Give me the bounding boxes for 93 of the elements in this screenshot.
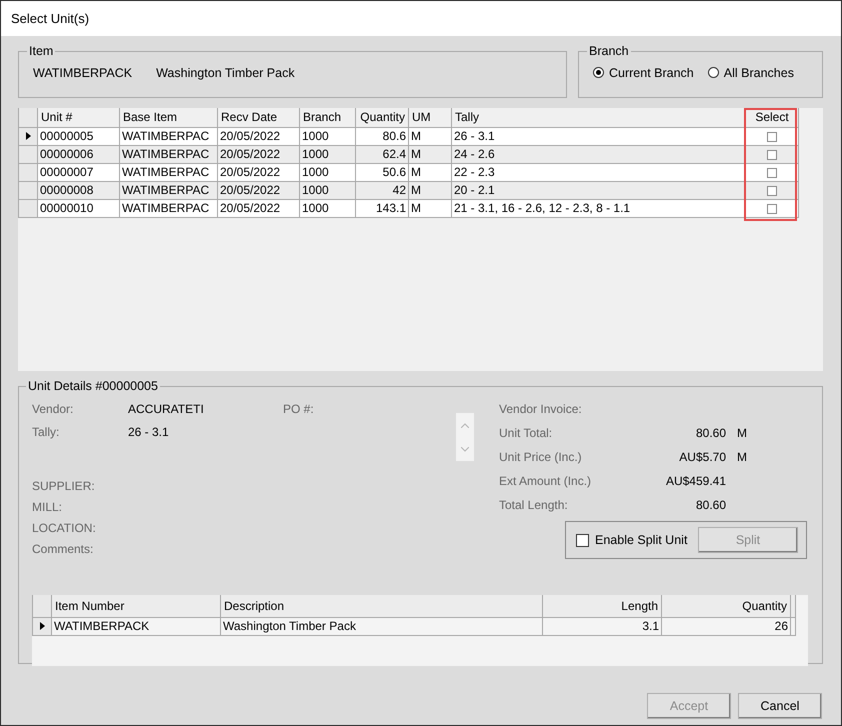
table-cell: 62.4: [356, 145, 408, 163]
group-title: Unit Details #00000005: [27, 379, 159, 393]
table-cell: 80.6: [356, 127, 408, 145]
select-checkbox[interactable]: [767, 132, 777, 142]
table-cell: 50.6: [356, 163, 408, 181]
table-cell: M: [408, 181, 452, 199]
row-header[interactable]: [18, 127, 38, 145]
table-cell: 00000006: [38, 145, 120, 163]
field-label: SUPPLIER:: [32, 478, 96, 494]
table-cell: 24 - 2.6: [452, 145, 746, 163]
table-cell: 20/05/2022: [218, 127, 300, 145]
current-row-icon: [40, 622, 44, 630]
column-header[interactable]: Quantity: [662, 595, 790, 617]
table-cell: 3.1: [542, 617, 662, 635]
field-label: Vendor:: [32, 402, 74, 416]
table-cell: M: [408, 145, 452, 163]
column-header[interactable]: Unit #: [38, 108, 120, 127]
radio-button[interactable]: [593, 67, 604, 78]
item-code: WATIMBERPACK: [33, 66, 132, 80]
field-value: ACCURATETI: [128, 402, 205, 416]
select-checkbox[interactable]: [767, 186, 777, 196]
table-cell: M: [408, 163, 452, 181]
column-header[interactable]: Base Item: [120, 108, 218, 127]
table-cell: 00000007: [38, 163, 120, 181]
table-cell: 20/05/2022: [218, 199, 300, 217]
table-cell: 20/05/2022: [218, 181, 300, 199]
table-cell: 1000: [300, 181, 356, 199]
field-value: 80.60: [694, 498, 726, 512]
field-label: PO #:: [283, 402, 314, 416]
table-cell: 00000010: [38, 199, 120, 217]
row-header: [18, 108, 38, 127]
field-value: 80.60: [694, 426, 726, 440]
table-cell: WATIMBERPAC: [120, 199, 218, 217]
group-title: Branch: [588, 44, 630, 58]
table-cell: 20/05/2022: [218, 145, 300, 163]
field-label: Unit Price (Inc.): [499, 450, 583, 464]
field-label: Total Length:: [499, 498, 569, 512]
split-checkbox[interactable]: Enable Split Unit: [576, 533, 688, 547]
window-title: Select Unit(s): [11, 11, 90, 26]
table-cell: WATIMBERPAC: [120, 145, 218, 163]
field-label: Unit Total:: [499, 426, 554, 440]
table-cell: 1000: [300, 199, 356, 217]
current-row-icon: [26, 132, 30, 140]
table-cell: 1000: [300, 163, 356, 181]
field-value: AU$5.70: [678, 450, 726, 464]
row-header: [32, 595, 52, 617]
table-cell: 00000005: [38, 127, 120, 145]
table-cell: WATIMBERPACK: [52, 617, 220, 635]
column-header[interactable]: UM: [408, 108, 452, 127]
unit-label: M: [737, 450, 747, 464]
column-header[interactable]: Branch: [300, 108, 356, 127]
column-header[interactable]: Quantity: [356, 108, 408, 127]
table-cell: M: [408, 127, 452, 145]
table-cell: 00000008: [38, 181, 120, 199]
select-checkbox[interactable]: [767, 150, 777, 160]
table-cell: 21 - 3.1, 16 - 2.6, 12 - 2.3, 8 - 1.1: [452, 199, 746, 217]
table-cell: 20/05/2022: [218, 163, 300, 181]
column-header[interactable]: Tally: [452, 108, 746, 127]
column-header[interactable]: Description: [220, 595, 542, 617]
field-label: Comments:: [32, 540, 94, 558]
field-label: Vendor Invoice:: [499, 402, 583, 416]
table-cell: 143.1: [356, 199, 408, 217]
select-checkbox[interactable]: [767, 204, 777, 214]
row-header[interactable]: [32, 617, 52, 635]
field-value: AU$459.41: [664, 474, 726, 488]
item-description: Washington Timber Pack: [156, 66, 295, 80]
table-cell: WATIMBERPAC: [120, 163, 218, 181]
radio-label[interactable]: All Branches: [724, 66, 794, 80]
field-label: MILL:: [32, 498, 64, 516]
table-cell: 42: [356, 181, 408, 199]
radio-label[interactable]: Current Branch: [609, 66, 694, 80]
radio-button[interactable]: [708, 67, 719, 78]
table-cell: WATIMBERPAC: [120, 181, 218, 199]
table-cell: M: [408, 199, 452, 217]
table-cell: 22 - 2.3: [452, 163, 746, 181]
table-cell: WATIMBERPAC: [120, 127, 218, 145]
column-header[interactable]: Item Number: [52, 595, 220, 617]
select-checkbox[interactable]: [767, 168, 777, 178]
field-label: Tally:: [32, 424, 60, 438]
unit-label: M: [737, 426, 747, 440]
field-label: LOCATION:: [32, 520, 97, 536]
table-cell: Washington Timber Pack: [220, 617, 542, 635]
column-header[interactable]: Length: [542, 595, 662, 617]
table-cell: 1000: [300, 145, 356, 163]
table-cell: 1000: [300, 127, 356, 145]
table-cell: 26 - 3.1: [452, 127, 746, 145]
column-header[interactable]: Recv Date: [218, 108, 300, 127]
group-title: Item: [28, 44, 54, 58]
dialog-button[interactable]: Cancel: [738, 693, 822, 719]
field-label: Ext Amount (Inc.): [499, 474, 592, 488]
table-cell: 20 - 2.1: [452, 181, 746, 199]
table-cell: 26: [662, 617, 790, 635]
field-value: 26 - 3.1: [128, 424, 169, 438]
